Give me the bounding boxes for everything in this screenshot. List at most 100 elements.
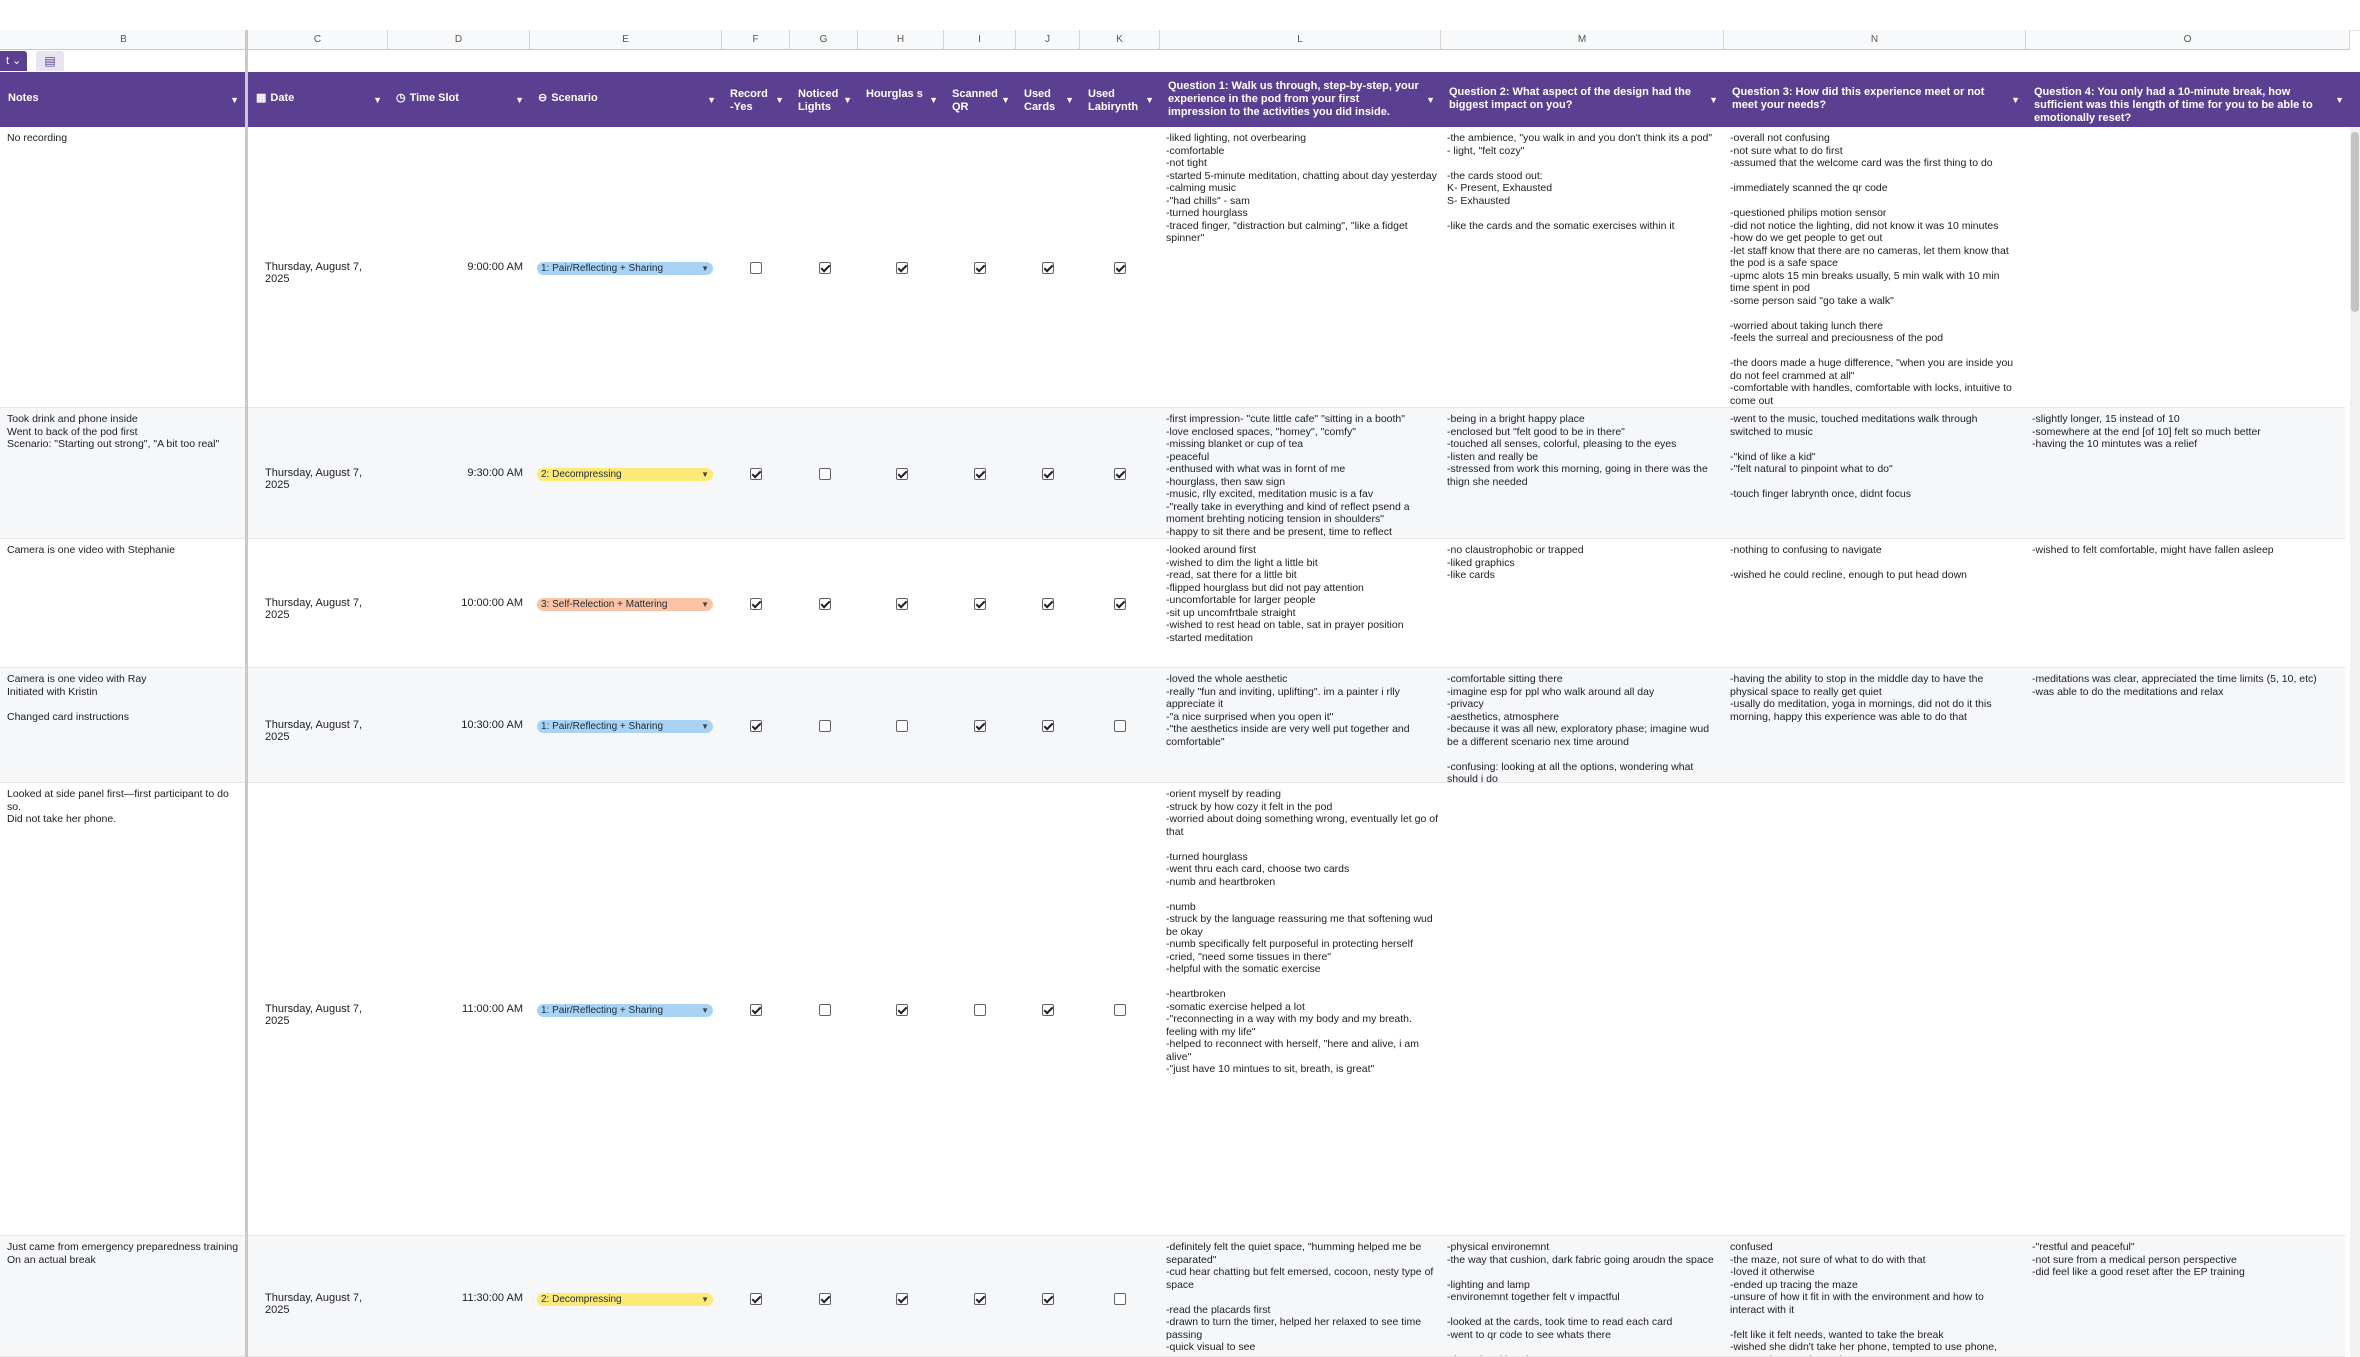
- column-letter-g[interactable]: G: [790, 30, 858, 50]
- table-icon[interactable]: ▤: [36, 51, 64, 71]
- chevron-down-icon[interactable]: ▼: [775, 94, 784, 107]
- answer-q1[interactable]: -liked lighting, not overbearing -comfor…: [1166, 132, 1438, 407]
- date-cell[interactable]: Thursday, August 7, 2025: [265, 1003, 383, 1028]
- chevron-down-icon[interactable]: ▼: [1145, 94, 1154, 107]
- header-scenario[interactable]: ⊖ Scenario ▼: [530, 72, 722, 127]
- checkbox[interactable]: [974, 1292, 986, 1305]
- answer-q4[interactable]: -slightly longer, 15 instead of 10 -some…: [2032, 413, 2344, 538]
- chevron-down-icon[interactable]: ▼: [701, 468, 709, 481]
- checkbox[interactable]: [896, 719, 908, 732]
- answer-q3[interactable]: -having the ability to stop in the middl…: [1730, 673, 2020, 782]
- checkbox[interactable]: [819, 261, 831, 274]
- time-slot-cell[interactable]: 10:30:00 AM: [400, 719, 523, 732]
- time-slot-cell[interactable]: 10:00:00 AM: [400, 597, 523, 610]
- answer-q3[interactable]: -overall not confusing -not sure what to…: [1730, 132, 2020, 407]
- header-record[interactable]: Record -Yes ▼: [722, 72, 790, 127]
- chevron-down-icon[interactable]: ▼: [701, 1004, 709, 1017]
- column-letter-i[interactable]: I: [944, 30, 1016, 50]
- chevron-down-icon[interactable]: ▼: [1709, 94, 1718, 107]
- time-slot-cell[interactable]: 9:00:00 AM: [400, 261, 523, 274]
- column-letter-f[interactable]: F: [722, 30, 790, 50]
- date-cell[interactable]: Thursday, August 7, 2025: [265, 1292, 383, 1317]
- checkbox[interactable]: [1114, 261, 1126, 274]
- answer-q2[interactable]: -comfortable sitting there -imagine esp …: [1447, 673, 1719, 782]
- answer-q2[interactable]: [1447, 788, 1719, 1235]
- scenario-chip[interactable]: 3: Self-Relection + Mattering ▼: [537, 597, 713, 611]
- scenario-chip[interactable]: 2: Decompressing ▼: [537, 467, 713, 481]
- checkbox[interactable]: [819, 467, 831, 480]
- answer-q4[interactable]: -wished to felt comfortable, might have …: [2032, 544, 2344, 667]
- answer-q2[interactable]: -being in a bright happy place -enclosed…: [1447, 413, 1719, 538]
- column-letter-n[interactable]: N: [1724, 30, 2026, 50]
- chevron-down-icon[interactable]: ▼: [2335, 94, 2344, 107]
- answer-q2[interactable]: -no claustrophobic or trapped -liked gra…: [1447, 544, 1719, 667]
- checkbox[interactable]: [896, 467, 908, 480]
- header-time-slot[interactable]: ◷ Time Slot ▼: [388, 72, 530, 127]
- header-question-2[interactable]: Question 2: What aspect of the design ha…: [1441, 72, 1724, 127]
- scenario-chip[interactable]: 1: Pair/Reflecting + Sharing ▼: [537, 1003, 713, 1017]
- checkbox[interactable]: [1042, 597, 1054, 610]
- checkbox[interactable]: [750, 597, 762, 610]
- checkbox[interactable]: [750, 261, 762, 274]
- column-letter-h[interactable]: H: [858, 30, 944, 50]
- checkbox[interactable]: [974, 597, 986, 610]
- notes-cell[interactable]: Took drink and phone inside Went to back…: [7, 413, 240, 538]
- column-letter-k[interactable]: K: [1080, 30, 1160, 50]
- header-question-1[interactable]: Question 1: Walk us through, step-by-ste…: [1160, 72, 1441, 127]
- column-letter-b[interactable]: B: [0, 30, 248, 50]
- column-letter-m[interactable]: M: [1441, 30, 1724, 50]
- checkbox[interactable]: [896, 1292, 908, 1305]
- header-scanned-qr[interactable]: Scanned QR ▼: [944, 72, 1016, 127]
- checkbox[interactable]: [1042, 1003, 1054, 1016]
- answer-q4[interactable]: -meditations was clear, appreciated the …: [2032, 673, 2344, 782]
- time-slot-cell[interactable]: 11:00:00 AM: [400, 1003, 523, 1016]
- checkbox[interactable]: [819, 1292, 831, 1305]
- chevron-down-icon[interactable]: ▼: [929, 94, 938, 107]
- date-cell[interactable]: Thursday, August 7, 2025: [265, 467, 383, 492]
- checkbox[interactable]: [1114, 1292, 1126, 1305]
- date-cell[interactable]: Thursday, August 7, 2025: [265, 597, 383, 622]
- chevron-down-icon[interactable]: ▼: [707, 94, 716, 107]
- header-date[interactable]: ▦ Date ▼: [248, 72, 388, 127]
- time-slot-cell[interactable]: 9:30:00 AM: [400, 467, 523, 480]
- chevron-down-icon[interactable]: ▼: [2011, 94, 2020, 107]
- header-noticed-lights[interactable]: Noticed Lights ▼: [790, 72, 858, 127]
- checkbox[interactable]: [1114, 719, 1126, 732]
- scenario-chip[interactable]: 1: Pair/Reflecting + Sharing ▼: [537, 261, 713, 275]
- answer-q1[interactable]: -loved the whole aesthetic -really "fun …: [1166, 673, 1438, 782]
- notes-cell[interactable]: No recording: [7, 132, 240, 407]
- column-letter-o[interactable]: O: [2026, 30, 2350, 50]
- checkbox[interactable]: [819, 719, 831, 732]
- chevron-down-icon[interactable]: ▼: [701, 1293, 709, 1306]
- column-letter-j[interactable]: J: [1016, 30, 1080, 50]
- header-hourglass[interactable]: Hourglas s ▼: [858, 72, 944, 127]
- checkbox[interactable]: [1114, 597, 1126, 610]
- scenario-chip[interactable]: 1: Pair/Reflecting + Sharing ▼: [537, 719, 713, 733]
- answer-q1[interactable]: -first impression- "cute little cafe" "s…: [1166, 413, 1438, 538]
- checkbox[interactable]: [896, 1003, 908, 1016]
- answer-q3[interactable]: [1730, 788, 2020, 1235]
- chevron-down-icon[interactable]: ▼: [701, 720, 709, 733]
- checkbox[interactable]: [819, 1003, 831, 1016]
- notes-cell[interactable]: Just came from emergency preparedness tr…: [7, 1241, 240, 1356]
- tab-active[interactable]: t ⌄: [0, 51, 28, 71]
- answer-q1[interactable]: -definitely felt the quiet space, "hummi…: [1166, 1241, 1438, 1356]
- chevron-down-icon[interactable]: ▼: [373, 94, 382, 107]
- header-used-labyrinth[interactable]: Used Labirynth ▼: [1080, 72, 1160, 127]
- checkbox[interactable]: [750, 1292, 762, 1305]
- notes-cell[interactable]: Looked at side panel first—first partici…: [7, 788, 240, 1235]
- answer-q1[interactable]: -looked around first -wished to dim the …: [1166, 544, 1438, 667]
- column-letter-l[interactable]: L: [1160, 30, 1441, 50]
- notes-cell[interactable]: Camera is one video with Ray Initiated w…: [7, 673, 240, 782]
- chevron-down-icon[interactable]: ▼: [701, 262, 709, 275]
- date-cell[interactable]: Thursday, August 7, 2025: [265, 719, 383, 744]
- answer-q2[interactable]: -the ambience, "you walk in and you don'…: [1447, 132, 1719, 407]
- checkbox[interactable]: [1114, 1003, 1126, 1016]
- chevron-down-icon[interactable]: ▼: [843, 94, 852, 107]
- checkbox[interactable]: [974, 1003, 986, 1016]
- checkbox[interactable]: [819, 597, 831, 610]
- checkbox[interactable]: [974, 719, 986, 732]
- checkbox[interactable]: [750, 467, 762, 480]
- chevron-down-icon[interactable]: ▼: [1426, 94, 1435, 107]
- chevron-down-icon[interactable]: ▼: [1001, 94, 1010, 107]
